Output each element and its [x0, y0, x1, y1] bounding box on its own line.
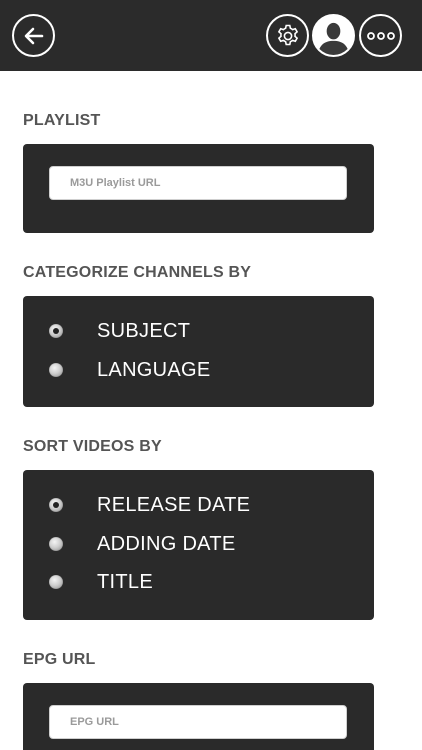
settings-button[interactable] [266, 14, 309, 57]
radio-button[interactable] [49, 575, 63, 589]
radio-button[interactable] [49, 363, 63, 377]
more-dots-icon [366, 31, 395, 40]
profile-button[interactable] [312, 14, 355, 57]
radio-button-selected[interactable] [49, 324, 63, 338]
top-navigation-bar [0, 0, 422, 71]
categorize-panel: SUBJECT LANGUAGE [23, 296, 374, 407]
categorize-section-title: CATEGORIZE CHANNELS BY [23, 264, 252, 281]
playlist-panel [23, 144, 374, 233]
option-label: RELEASE DATE [97, 493, 251, 516]
playlist-url-input[interactable] [49, 166, 347, 200]
option-label: ADDING DATE [97, 532, 236, 555]
epg-url-input[interactable] [49, 705, 347, 739]
back-arrow-icon [24, 27, 43, 44]
epg-panel [23, 683, 374, 750]
categorize-option-subject[interactable]: SUBJECT [23, 313, 374, 349]
sort-panel: RELEASE DATE ADDING DATE TITLE [23, 470, 374, 620]
sort-option-adding-date[interactable]: ADDING DATE [23, 526, 374, 562]
epg-section-title: EPG URL [23, 651, 96, 668]
radio-button[interactable] [49, 537, 63, 551]
user-avatar-icon [314, 16, 353, 55]
option-label: SUBJECT [97, 319, 191, 342]
option-label: TITLE [97, 570, 153, 593]
radio-button-selected[interactable] [49, 498, 63, 512]
option-label: LANGUAGE [97, 358, 211, 381]
sort-option-title[interactable]: TITLE [23, 564, 374, 600]
back-button[interactable] [12, 14, 55, 57]
sort-section-title: SORT VIDEOS BY [23, 438, 162, 455]
sort-option-release-date[interactable]: RELEASE DATE [23, 487, 374, 523]
categorize-option-language[interactable]: LANGUAGE [23, 352, 374, 388]
gear-icon [277, 24, 298, 45]
playlist-section-title: PLAYLIST [23, 112, 101, 129]
more-options-button[interactable] [359, 14, 402, 57]
